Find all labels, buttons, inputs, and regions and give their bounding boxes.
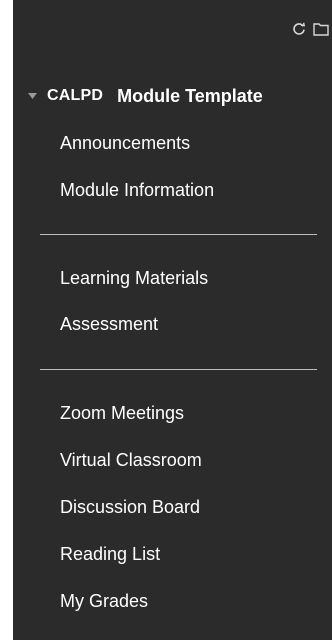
course-menu-sidebar: CALPD Module Template Announcements Modu… xyxy=(13,0,332,640)
menu-item-assessment[interactable]: Assessment xyxy=(60,314,158,335)
menu-item-announcements[interactable]: Announcements xyxy=(60,133,190,154)
menu-item-my-grades[interactable]: My Grades xyxy=(60,591,148,612)
menu-item-learning-materials[interactable]: Learning Materials xyxy=(60,268,208,289)
menu-item-zoom-meetings[interactable]: Zoom Meetings xyxy=(60,403,184,424)
menu-divider xyxy=(40,234,317,235)
course-menu-panel: CALPD Module Template Announcements Modu… xyxy=(0,0,332,640)
menu-item-reading-list[interactable]: Reading List xyxy=(60,544,160,565)
menu-item-discussion-board[interactable]: Discussion Board xyxy=(60,497,200,518)
refresh-icon[interactable] xyxy=(288,18,310,40)
menu-item-module-information[interactable]: Module Information xyxy=(60,180,214,201)
course-code: CALPD xyxy=(47,87,104,104)
menu-item-virtual-classroom[interactable]: Virtual Classroom xyxy=(60,450,202,471)
caret-down-icon[interactable] xyxy=(27,91,37,101)
course-menu-toolbar xyxy=(288,18,332,40)
course-title[interactable]: Module Template xyxy=(117,86,263,107)
folder-icon[interactable] xyxy=(310,18,332,40)
menu-divider xyxy=(40,369,317,370)
course-header: CALPD Module Template xyxy=(27,83,263,109)
